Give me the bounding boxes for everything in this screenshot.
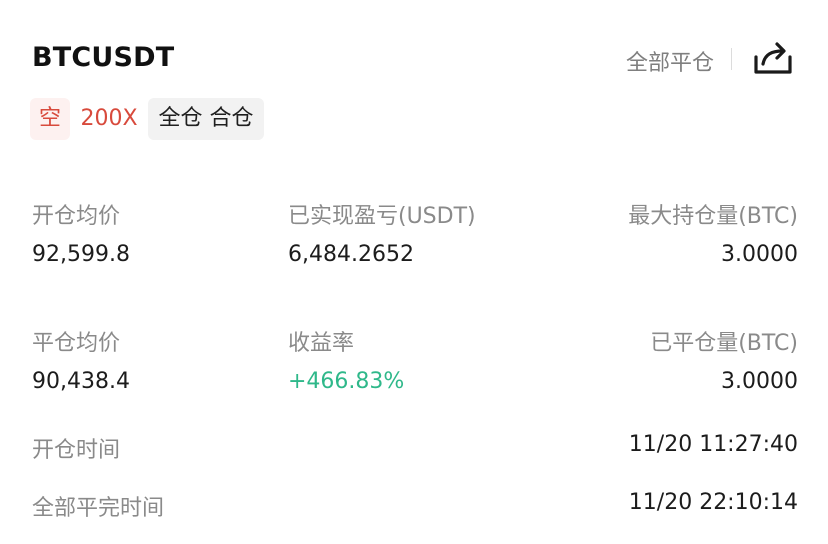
realized-pnl-value: 6,484.2652 bbox=[288, 242, 414, 267]
open-avg-price-label: 开仓均价 bbox=[32, 204, 121, 229]
max-position-value: 3.0000 bbox=[721, 242, 798, 267]
close-avg-price-value: 90,438.4 bbox=[32, 369, 130, 394]
roi-value: +466.83% bbox=[288, 369, 405, 394]
roi-label: 收益率 bbox=[288, 331, 355, 356]
full-close-time-value: 11/20 22:10:14 bbox=[628, 490, 798, 515]
share-button[interactable] bbox=[752, 38, 794, 80]
closed-position-label: 已平仓量(BTC) bbox=[650, 331, 798, 356]
closed-position-value: 3.0000 bbox=[721, 369, 798, 394]
symbol-title: BTCUSDT bbox=[32, 42, 175, 73]
share-icon bbox=[754, 42, 792, 74]
full-close-time-label: 全部平完时间 bbox=[32, 496, 165, 521]
realized-pnl-label: 已实现盈亏(USDT) bbox=[288, 204, 476, 229]
close-all-button[interactable]: 全部平仓 bbox=[626, 45, 714, 77]
position-side-badge: 空 bbox=[30, 98, 70, 140]
open-avg-price-value: 92,599.8 bbox=[32, 242, 130, 267]
close-avg-price-label: 平仓均价 bbox=[32, 331, 121, 356]
leverage-badge: 200X bbox=[80, 106, 138, 131]
header-divider bbox=[731, 48, 732, 70]
max-position-label: 最大持仓量(BTC) bbox=[628, 204, 798, 229]
open-time-label: 开仓时间 bbox=[32, 438, 121, 463]
margin-mode-badge: 全仓 合仓 bbox=[148, 98, 264, 140]
open-time-value: 11/20 11:27:40 bbox=[628, 432, 798, 457]
